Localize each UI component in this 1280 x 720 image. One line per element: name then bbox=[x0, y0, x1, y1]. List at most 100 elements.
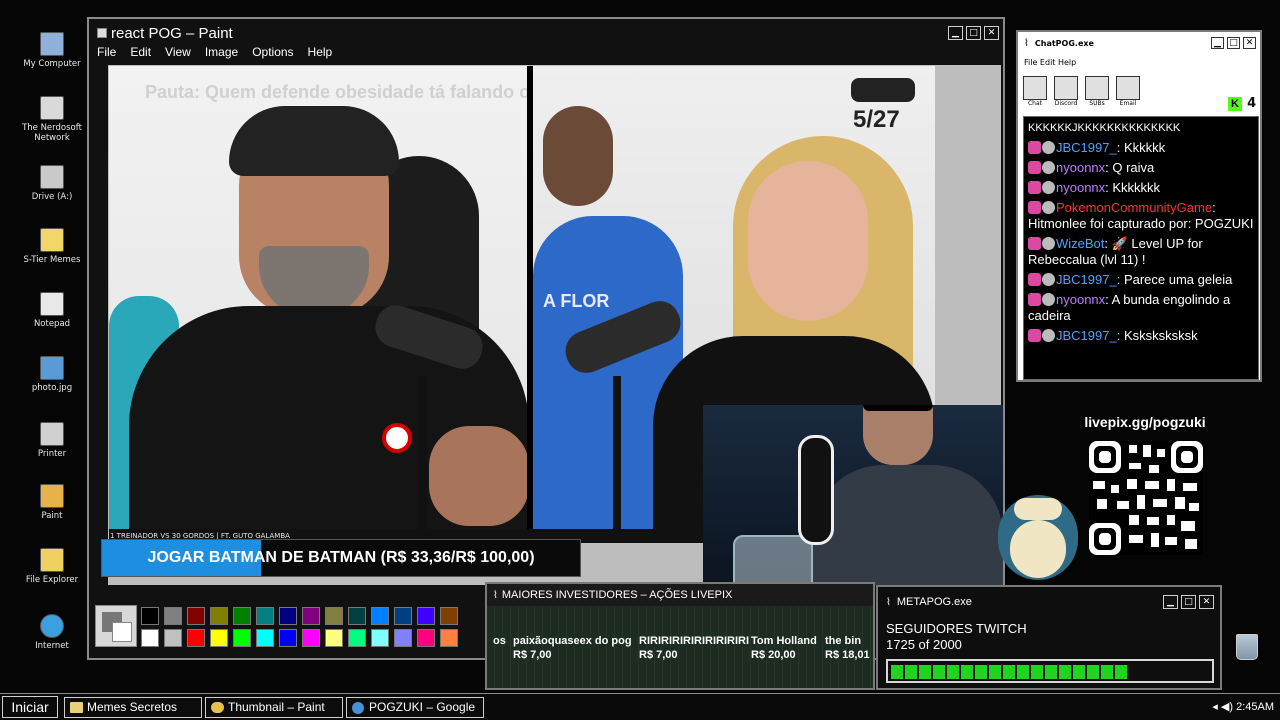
palette-swatch[interactable] bbox=[325, 607, 343, 625]
palette-swatch[interactable] bbox=[187, 629, 205, 647]
investor-name: os bbox=[493, 635, 506, 647]
metapog-maximize-button[interactable]: □ bbox=[1181, 595, 1196, 609]
chat-maximize-button[interactable]: □ bbox=[1227, 37, 1240, 49]
palette-swatch[interactable] bbox=[210, 629, 228, 647]
palette-swatch[interactable] bbox=[417, 629, 435, 647]
chat-username[interactable]: PokemonCommunityGame bbox=[1056, 200, 1212, 215]
shirt-text: A FLOR bbox=[543, 291, 610, 311]
palette-swatch[interactable] bbox=[233, 629, 251, 647]
chat-log[interactable]: KKKKKKJKKKKKKKKKKKKKK JBC1997_: Kkkkkk nyo… bbox=[1023, 116, 1259, 380]
menu-file[interactable]: File bbox=[97, 45, 116, 59]
desktop-icon-label: Drive (A:) bbox=[31, 192, 73, 202]
desktop-icon-network[interactable]: The Nerdosoft Network bbox=[20, 96, 84, 143]
desktop-icon-file-explorer[interactable]: File Explorer bbox=[20, 548, 84, 585]
maximize-button[interactable]: □ bbox=[966, 26, 981, 40]
palette-swatch[interactable] bbox=[164, 629, 182, 647]
volume-icon[interactable]: ◀) bbox=[1221, 701, 1233, 713]
task-thumbnail-paint[interactable]: Thumbnail – Paint bbox=[205, 697, 343, 718]
progress-segment bbox=[1031, 665, 1043, 679]
palette-swatch[interactable] bbox=[233, 607, 251, 625]
chat-toolbar-button-chat[interactable]: Chat bbox=[1022, 76, 1048, 108]
palette-swatch[interactable] bbox=[256, 629, 274, 647]
palette-swatch[interactable] bbox=[141, 629, 159, 647]
menu-options[interactable]: Options bbox=[252, 45, 293, 59]
palette-swatch[interactable] bbox=[371, 629, 389, 647]
chat-toolbar-button-subs[interactable]: SUBs bbox=[1084, 76, 1110, 108]
palette-swatch[interactable] bbox=[256, 607, 274, 625]
network-tray-icon[interactable]: ◂ bbox=[1212, 701, 1218, 713]
desktop-icon-label: The Nerdosoft Network bbox=[22, 123, 82, 143]
palette-swatch[interactable] bbox=[394, 607, 412, 625]
palette-swatch[interactable] bbox=[440, 607, 458, 625]
metapog-label: SEGUIDORES TWITCH bbox=[886, 621, 1027, 636]
recycle-bin-icon[interactable] bbox=[1236, 634, 1258, 660]
paint-canvas[interactable]: Pauta: Quem defende obesidade tá falando… bbox=[108, 65, 1003, 585]
desktop-icon-floppy-drive[interactable]: Drive (A:) bbox=[20, 165, 84, 202]
chat-username[interactable]: JBC1997_ bbox=[1056, 140, 1117, 155]
metapog-titlebar[interactable]: ⌇ METAPOG.exe ▁ □ ✕ bbox=[878, 587, 1220, 617]
investor-name: Tom Holland bbox=[751, 635, 817, 647]
menu-help[interactable]: Help bbox=[308, 45, 333, 59]
snorlax-sticker bbox=[988, 480, 1088, 585]
chat-username[interactable]: nyoonnx bbox=[1056, 292, 1105, 307]
palette-swatch[interactable] bbox=[440, 629, 458, 647]
chat-username[interactable]: JBC1997_ bbox=[1056, 272, 1117, 287]
desktop-icon-notepad[interactable]: Notepad bbox=[20, 292, 84, 329]
desktop-icon-paint[interactable]: Paint bbox=[20, 484, 84, 521]
investor-item: RIRIRIRIRIRIRIRIRIRI R$ 7,00 bbox=[639, 634, 749, 662]
palette-swatch[interactable] bbox=[348, 629, 366, 647]
chat-username[interactable]: WizeBot bbox=[1056, 236, 1104, 251]
chat-menubar[interactable]: File Edit Help bbox=[1024, 58, 1076, 67]
sub-badge-icon bbox=[1042, 237, 1055, 250]
chat-toolbar-button-discord[interactable]: Discord bbox=[1053, 76, 1079, 108]
desktop-icon-label: Internet bbox=[35, 641, 69, 651]
palette-swatch[interactable] bbox=[394, 629, 412, 647]
desktop-icon-printer[interactable]: Printer bbox=[20, 422, 84, 459]
palette-swatch[interactable] bbox=[279, 607, 297, 625]
palette-swatch[interactable] bbox=[187, 607, 205, 625]
paint-titlebar[interactable]: react POG – Paint ▁ □ ✕ bbox=[89, 19, 1003, 47]
desktop-icon-computer[interactable]: My Computer bbox=[20, 32, 84, 69]
menu-edit[interactable]: Edit bbox=[130, 45, 151, 59]
chat-titlebar[interactable]: ⌇ ChatPOG.exe ▁ □ ✕ bbox=[1018, 32, 1260, 54]
close-button[interactable]: ✕ bbox=[984, 26, 999, 40]
chat-minimize-button[interactable]: ▁ bbox=[1211, 37, 1224, 49]
taskbar: Iniciar Memes Secretos Thumbnail – Paint… bbox=[0, 693, 1280, 720]
investors-titlebar[interactable]: ⌇ MAIORES INVESTIDORES – AÇÕES LIVEPIX bbox=[487, 584, 873, 606]
progress-segment bbox=[975, 665, 987, 679]
palette-swatch[interactable] bbox=[164, 607, 182, 625]
palette-swatch[interactable] bbox=[348, 607, 366, 625]
minimize-button[interactable]: ▁ bbox=[948, 26, 963, 40]
chat-toolbar-button-email[interactable]: Email bbox=[1115, 76, 1141, 108]
palette-swatch[interactable] bbox=[302, 607, 320, 625]
start-button[interactable]: Iniciar bbox=[2, 696, 58, 718]
progress-segment bbox=[891, 665, 903, 679]
menu-image[interactable]: Image bbox=[205, 45, 238, 59]
chat-username[interactable]: nyoonnx bbox=[1056, 160, 1105, 175]
palette-swatch[interactable] bbox=[279, 629, 297, 647]
chat-message: nyoonnx: Q raiva bbox=[1024, 158, 1258, 178]
metapog-minimize-button[interactable]: ▁ bbox=[1163, 595, 1178, 609]
palette-swatch[interactable] bbox=[302, 629, 320, 647]
desktop-icon-image-file[interactable]: photo.jpg bbox=[20, 356, 84, 393]
palette-swatch[interactable] bbox=[417, 607, 435, 625]
menu-view[interactable]: View bbox=[165, 45, 191, 59]
palette-swatch[interactable] bbox=[371, 607, 389, 625]
chat-username[interactable]: JBC1997_ bbox=[1056, 328, 1117, 343]
palette-swatch[interactable] bbox=[325, 629, 343, 647]
desktop-icon-folder[interactable]: S-Tier Memes bbox=[20, 228, 84, 265]
task-memes-secretos[interactable]: Memes Secretos bbox=[64, 697, 202, 718]
palette-swatch[interactable] bbox=[210, 607, 228, 625]
progress-segment bbox=[919, 665, 931, 679]
current-colors[interactable] bbox=[95, 605, 137, 647]
palette-swatch[interactable] bbox=[141, 607, 159, 625]
metapog-close-button[interactable]: ✕ bbox=[1199, 595, 1214, 609]
network-icon bbox=[40, 96, 64, 120]
task-pogzuki-google[interactable]: POGZUKI – Google bbox=[346, 697, 484, 718]
desktop-icon-internet-globe[interactable]: Internet bbox=[20, 614, 84, 651]
chat-message: JBC1997_: Parece uma geleia bbox=[1024, 270, 1258, 290]
investor-name: RIRIRIRIRIRIRIRIRIRI bbox=[639, 635, 749, 647]
chat-close-button[interactable]: ✕ bbox=[1243, 37, 1256, 49]
progress-segment bbox=[1059, 665, 1071, 679]
chat-username[interactable]: nyoonnx bbox=[1056, 180, 1105, 195]
